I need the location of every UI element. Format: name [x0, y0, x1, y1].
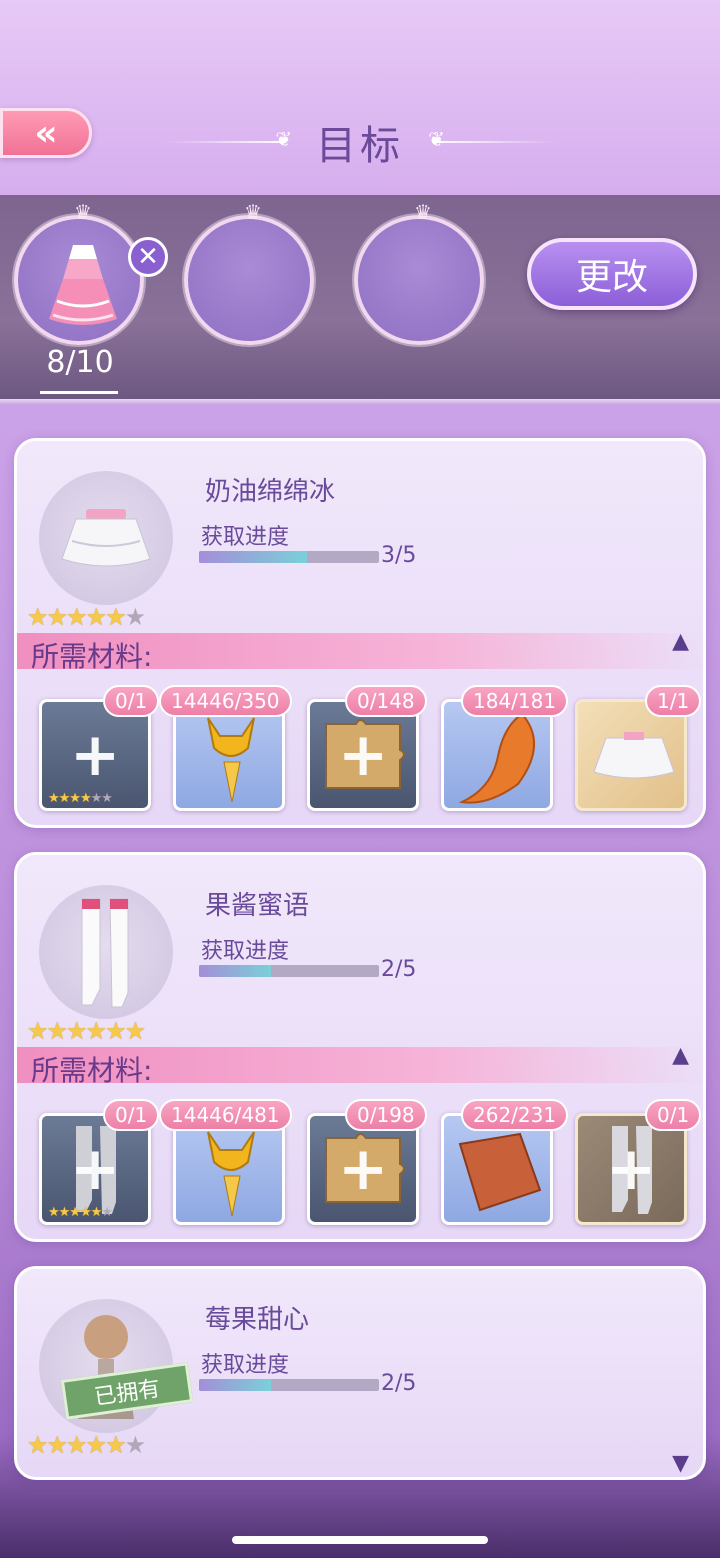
- material-count: 14446/481: [159, 1099, 292, 1131]
- dress-icon: [49, 245, 117, 325]
- progress-label: 获取进度: [201, 939, 290, 964]
- material-count: 0/1: [645, 1099, 702, 1131]
- progress-fill: [199, 1379, 271, 1391]
- leather-fabric-icon: [458, 1132, 542, 1212]
- star-rating: ★★★★★★: [27, 1431, 146, 1459]
- progress-label: 获取进度: [201, 1353, 290, 1378]
- star-filled-icon: ★: [27, 1017, 48, 1045]
- item-avatar[interactable]: [39, 885, 173, 1019]
- star-empty-icon: ★: [124, 603, 146, 631]
- star-filled-icon: ★: [85, 1431, 107, 1459]
- collapse-arrow-icon[interactable]: ▲: [672, 629, 689, 654]
- star-rating: ★★★★★★: [27, 603, 146, 631]
- crown-ornament: ♛: [414, 200, 432, 224]
- close-icon: ✕: [137, 242, 159, 272]
- material-count: 14446/350: [159, 685, 292, 717]
- item-name: 奶油绵绵冰: [205, 477, 336, 507]
- star-filled-icon: ★: [46, 1017, 68, 1045]
- material-count: 0/198: [345, 1099, 427, 1131]
- progress-fill: [199, 551, 307, 563]
- target-slot-1[interactable]: ♛ ✕: [14, 202, 168, 345]
- plus-icon: +: [70, 720, 121, 790]
- material-count: 184/181: [461, 685, 569, 717]
- star-filled-icon: ★: [66, 1431, 87, 1459]
- material-count: 0/1: [103, 685, 160, 717]
- star-filled-icon: ★: [46, 603, 68, 631]
- right-flourish: [428, 127, 554, 151]
- star-filled-icon: ★: [66, 603, 87, 631]
- material-count: 0/1: [103, 1099, 160, 1131]
- star-filled-icon: ★: [85, 603, 107, 631]
- item-card: 果酱蜜语 获取进度 2/5 ★★★★★★ 所需材料: ▲ + ★★★★★★ 0/…: [14, 852, 709, 1242]
- star-filled-icon: ★: [46, 1431, 68, 1459]
- materials-label: 所需材料:: [31, 1054, 153, 1087]
- expand-arrow-icon[interactable]: ▼: [672, 1451, 689, 1476]
- star-filled-icon: ★: [27, 603, 48, 631]
- item-card: 已拥有 莓果甜心 获取进度 2/5 ★★★★★★ ▼: [14, 1266, 706, 1480]
- plus-icon: +: [338, 720, 389, 790]
- material-count: 262/231: [461, 1099, 569, 1131]
- item-name: 果酱蜜语: [205, 891, 310, 921]
- item-avatar[interactable]: 已拥有: [39, 1299, 194, 1433]
- stockings-icon: [81, 898, 129, 1008]
- star-filled-icon: ★: [105, 603, 126, 631]
- progress-text: 3/5: [381, 543, 417, 568]
- star-filled-icon: ★: [85, 1017, 107, 1045]
- crown-ornament: ♛: [244, 200, 262, 224]
- skirt-pattern-icon: [593, 732, 675, 779]
- star-rating: ★★★★★★: [27, 1017, 146, 1045]
- left-flourish: [166, 127, 292, 151]
- plus-icon: +: [70, 1134, 121, 1204]
- gold-fox-medal-icon: [207, 1131, 255, 1217]
- title-row: 目标: [0, 112, 720, 172]
- progress-label: 获取进度: [201, 525, 290, 550]
- progress-text: 2/5: [381, 957, 417, 982]
- material-count: 0/148: [345, 685, 427, 717]
- skirt-icon: [61, 509, 151, 567]
- star-filled-icon: ★: [66, 1017, 87, 1045]
- page-title: 目标: [316, 123, 404, 169]
- star-filled-icon: ★: [105, 1431, 126, 1459]
- crown-ornament: ♛: [74, 200, 92, 224]
- mini-star-rating: ★★★★★★: [48, 791, 113, 806]
- star-filled-icon: ★: [124, 1017, 146, 1045]
- item-avatar[interactable]: [39, 471, 173, 605]
- material-count: 1/1: [645, 685, 702, 717]
- target-count: 8/10: [46, 345, 114, 380]
- item-card: 奶油绵绵冰 获取进度 3/5 ★★★★★★ 所需材料: ▲ + ★★★★★★ 0…: [14, 438, 709, 828]
- item-name: 莓果甜心: [205, 1305, 310, 1335]
- collapse-arrow-icon[interactable]: ▲: [672, 1043, 689, 1068]
- progress-bar: [199, 965, 379, 977]
- active-slot-indicator: [40, 391, 118, 394]
- target-slot-2[interactable]: ♛: [184, 202, 314, 345]
- plus-icon: +: [606, 1134, 657, 1204]
- mini-star-rating: ★★★★★★: [48, 1205, 113, 1220]
- progress-text: 2/5: [381, 1371, 417, 1396]
- home-indicator[interactable]: [232, 1536, 488, 1544]
- star-empty-icon: ★: [124, 1431, 146, 1459]
- progress-bar: [199, 551, 379, 563]
- remove-target-button[interactable]: ✕: [128, 237, 168, 277]
- progress-fill: [199, 965, 271, 977]
- plus-icon: +: [338, 1134, 389, 1204]
- target-slot-3[interactable]: ♛: [354, 202, 484, 345]
- star-filled-icon: ★: [105, 1017, 126, 1045]
- star-filled-icon: ★: [27, 1431, 48, 1459]
- gold-fox-medal-icon: [207, 717, 255, 803]
- materials-label: 所需材料:: [31, 640, 153, 673]
- progress-bar: [199, 1379, 379, 1391]
- change-button[interactable]: 更改: [527, 238, 697, 310]
- fox-tail-icon: [458, 712, 535, 804]
